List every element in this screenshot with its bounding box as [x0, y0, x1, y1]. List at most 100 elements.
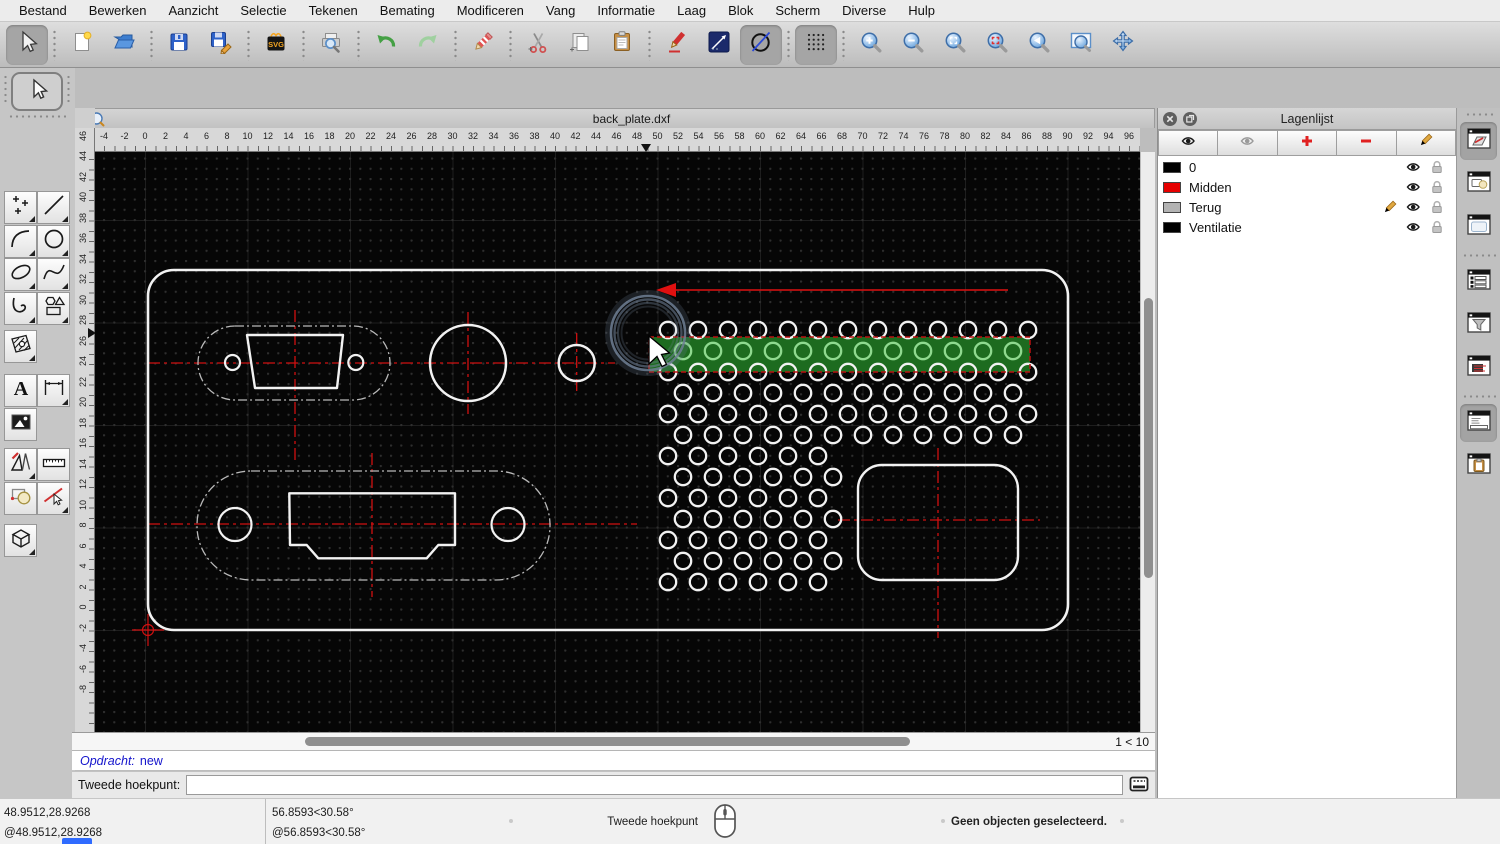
- dock-library-window-button[interactable]: [1460, 208, 1497, 246]
- layer-tool-plus-button[interactable]: [1277, 130, 1338, 156]
- layer-lock-icon[interactable]: [1428, 220, 1446, 234]
- tool-image-button[interactable]: [4, 407, 37, 441]
- zoom-pan-button[interactable]: [1102, 25, 1144, 65]
- vent-hole: [793, 425, 813, 445]
- menu-item-scherm[interactable]: Scherm: [764, 3, 831, 18]
- tool-spline-button[interactable]: [37, 258, 70, 291]
- svg-export-button[interactable]: SVG: [255, 25, 297, 65]
- palette-handle[interactable]: [66, 74, 71, 104]
- undo-button[interactable]: [365, 25, 407, 65]
- draw-pencil-button[interactable]: [656, 25, 698, 65]
- layer-row-0[interactable]: 0: [1158, 157, 1456, 177]
- tool-ellipse-button[interactable]: [4, 258, 37, 291]
- menu-item-bewerken[interactable]: Bewerken: [78, 3, 158, 18]
- tool-line-button[interactable]: [37, 191, 70, 224]
- vertical-scrollbar-thumb[interactable]: [1144, 298, 1153, 578]
- tool-dimension-button[interactable]: [37, 374, 70, 407]
- dock-handle[interactable]: [1464, 112, 1493, 117]
- layer-tool-pencil-button[interactable]: [1396, 130, 1457, 156]
- tool-draw-tools-button[interactable]: [4, 448, 37, 481]
- menu-item-vang[interactable]: Vang: [535, 3, 586, 18]
- tool-measure-button[interactable]: [37, 448, 70, 481]
- zoom-in-button[interactable]: [850, 25, 892, 65]
- tool-box3d-button[interactable]: [4, 524, 37, 557]
- tool-arc-button[interactable]: [4, 224, 37, 258]
- layer-row-terug[interactable]: Terug: [1158, 197, 1456, 217]
- tool-polyline-button[interactable]: [4, 291, 37, 325]
- layer-visibility-eye-icon[interactable]: [1404, 221, 1422, 233]
- dock-blocks-window-button[interactable]: [1460, 165, 1497, 203]
- menu-item-selectie[interactable]: Selectie: [229, 3, 297, 18]
- horizontal-scrollbar[interactable]: 1 < 10: [72, 732, 1155, 750]
- tool-text-button[interactable]: A: [4, 374, 37, 407]
- menu-item-diverse[interactable]: Diverse: [831, 3, 897, 18]
- dock-command-window-button[interactable]: [1460, 404, 1497, 442]
- delete-button[interactable]: [462, 25, 504, 65]
- new-button[interactable]: [61, 25, 103, 65]
- tool-points-button[interactable]: [4, 191, 37, 224]
- document-title-bar[interactable]: back_plate.dxf: [88, 108, 1155, 128]
- vent-hole: [718, 320, 738, 340]
- menu-item-bemating[interactable]: Bemating: [369, 3, 446, 18]
- layer-visibility-eye-icon[interactable]: [1404, 201, 1422, 213]
- zoom-auto-button[interactable]: [934, 25, 976, 65]
- layer-row-midden[interactable]: Midden: [1158, 177, 1456, 197]
- zoom-previous-button[interactable]: [1018, 25, 1060, 65]
- palette-handle[interactable]: [3, 74, 8, 104]
- dock-filter-window-button[interactable]: [1460, 306, 1497, 344]
- menu-item-blok[interactable]: Blok: [717, 3, 764, 18]
- zoom-out-button[interactable]: [892, 25, 934, 65]
- menu-item-hulp[interactable]: Hulp: [897, 3, 946, 18]
- tool-block-button[interactable]: [4, 481, 37, 515]
- menu-item-laag[interactable]: Laag: [666, 3, 717, 18]
- dock-clipboard-window-button[interactable]: [1460, 447, 1497, 485]
- zoom-window-button[interactable]: [1060, 25, 1102, 65]
- dock-layers-window-button[interactable]: [1460, 122, 1497, 160]
- save-button[interactable]: [158, 25, 200, 65]
- circle-tool-button[interactable]: [740, 24, 782, 65]
- paste-button[interactable]: [601, 25, 643, 65]
- layer-visibility-eye-icon[interactable]: [1404, 161, 1422, 173]
- horizontal-scrollbar-thumb[interactable]: [305, 737, 910, 746]
- drawing-canvas[interactable]: [95, 152, 1140, 732]
- close-icon[interactable]: [1162, 111, 1178, 127]
- dock-list-window-button[interactable]: [1460, 263, 1497, 301]
- dock-pen-window-button[interactable]: [1460, 349, 1497, 387]
- tool-hatch-button[interactable]: [4, 330, 37, 363]
- layer-tool-minus-button[interactable]: [1337, 130, 1397, 156]
- tool-modify-button[interactable]: [37, 481, 70, 515]
- vent-hole: [703, 509, 723, 529]
- menu-item-informatie[interactable]: Informatie: [586, 3, 666, 18]
- layer-lock-icon[interactable]: [1428, 180, 1446, 194]
- menu-item-aanzicht[interactable]: Aanzicht: [158, 3, 230, 18]
- mouse-hint-label: Tweede hoekpunt: [607, 816, 698, 828]
- layer-row-ventilatie[interactable]: Ventilatie: [1158, 217, 1456, 237]
- pointer-button[interactable]: [6, 24, 48, 65]
- print-preview-button[interactable]: [310, 25, 352, 65]
- cut-button[interactable]: [517, 25, 559, 65]
- grid-toggle-button[interactable]: [795, 24, 837, 65]
- float-icon[interactable]: [1182, 111, 1198, 127]
- open-button[interactable]: [103, 25, 145, 65]
- save-as-button[interactable]: [200, 25, 242, 65]
- layer-lock-icon[interactable]: [1428, 200, 1446, 214]
- palette-handle[interactable]: [8, 114, 66, 119]
- layer-visibility-eye-icon[interactable]: [1404, 181, 1422, 193]
- redo-button[interactable]: [407, 25, 449, 65]
- copy-button[interactable]: [559, 25, 601, 65]
- layer-tool-eye-gray-button[interactable]: [1218, 130, 1278, 156]
- vertical-scrollbar[interactable]: [1140, 152, 1155, 732]
- menu-item-bestand[interactable]: Bestand: [8, 3, 78, 18]
- menu-item-tekenen[interactable]: Tekenen: [298, 3, 369, 18]
- tool-shapes-button[interactable]: [37, 291, 70, 325]
- zoom-selection-button[interactable]: [976, 25, 1018, 65]
- command-input[interactable]: [186, 775, 1123, 795]
- layer-lock-icon[interactable]: [1428, 160, 1446, 174]
- h-ruler-tick-label: 44: [590, 131, 602, 141]
- tool-circle-button[interactable]: [37, 224, 70, 258]
- layer-tool-eye-dark-button[interactable]: [1158, 130, 1219, 156]
- keyboard-toggle-button[interactable]: [1129, 776, 1149, 794]
- menu-item-modificeren[interactable]: Modificeren: [446, 3, 535, 18]
- selection-tool-button[interactable]: [11, 72, 63, 111]
- line-tool-button[interactable]: [698, 25, 740, 65]
